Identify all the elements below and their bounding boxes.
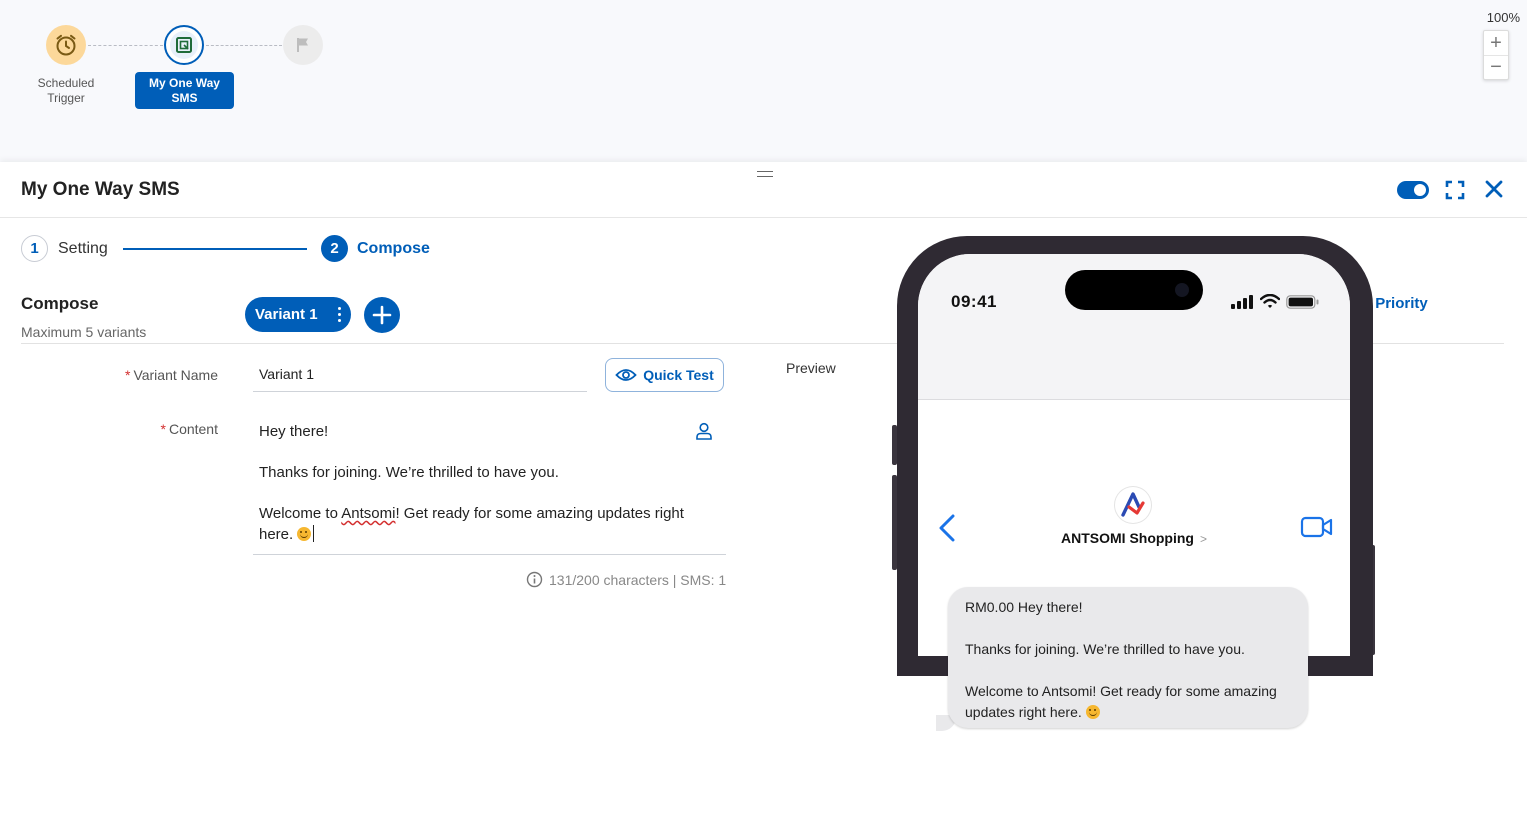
drawer-resize-handle[interactable] [757, 171, 773, 177]
content-label: * Content [18, 421, 219, 437]
messages-header: 09:41 [918, 254, 1350, 400]
status-bar-time: 09:41 [951, 292, 997, 311]
preview-message-line: Thanks for joining. We’re thrilled to ha… [965, 641, 1245, 657]
compose-section-title: Compose [21, 294, 99, 313]
eye-icon [615, 369, 637, 381]
chevron-right-icon: > [1199, 532, 1207, 546]
variant-name-input[interactable] [253, 357, 587, 392]
info-icon [526, 571, 543, 588]
clock-icon [56, 34, 76, 56]
scheduled-trigger-label: Scheduled Trigger [37, 76, 95, 105]
add-variant-button[interactable] [364, 297, 400, 333]
sms-preview-bubble: RM0.00 Hey there! Thanks for joining. We… [948, 587, 1308, 728]
brand-name-row[interactable]: ANTSOMI Shopping > [918, 530, 1350, 546]
step-setting-label[interactable]: Setting [58, 240, 108, 258]
fullscreen-icon[interactable] [1444, 179, 1466, 201]
plus-icon [372, 305, 392, 325]
preview-message-line: RM0.00 Hey there! [965, 599, 1083, 615]
step-compose-number[interactable]: 2 [321, 235, 348, 262]
quick-test-label: Quick Test [643, 367, 714, 383]
personalization-user-icon[interactable] [694, 421, 714, 441]
content-line: Welcome to Antsomi! Get ready for some a… [259, 505, 684, 543]
content-line: Thanks for joining. We’re thrilled to ha… [259, 464, 559, 481]
sms-node-label[interactable]: My One Way SMS [135, 72, 234, 109]
more-options-icon[interactable] [338, 307, 342, 322]
zoom-controls: + − [1483, 30, 1509, 80]
journey-canvas: Scheduled Trigger My One Way SMS 100% + … [0, 0, 1527, 162]
quick-test-button[interactable]: Quick Test [605, 358, 724, 392]
end-node[interactable] [283, 25, 323, 65]
status-bar-icons [1230, 294, 1319, 309]
zoom-level: 100% [1486, 10, 1520, 25]
scheduled-trigger-node[interactable] [46, 25, 86, 65]
wifi-icon [1260, 294, 1280, 308]
zoom-out-button[interactable]: − [1484, 55, 1508, 79]
video-call-icon[interactable] [1300, 515, 1334, 539]
content-label-text: Content [168, 421, 218, 437]
step-setting-number[interactable]: 1 [21, 235, 48, 262]
step-compose-label[interactable]: Compose [357, 240, 430, 258]
preview-message-line: Welcome to Antsomi! Get ready for some a… [965, 683, 1277, 720]
zoom-in-button[interactable]: + [1484, 31, 1508, 55]
signal-icon [1231, 294, 1253, 309]
required-mark: * [124, 367, 131, 383]
brand-name: ANTSOMI Shopping [1061, 530, 1194, 546]
sms-content-editor[interactable]: Hey there! Thanks for joining. We’re thr… [253, 412, 726, 555]
drawer-title: My One Way SMS [21, 179, 180, 200]
variant-name-label: * Variant Name [18, 367, 218, 383]
step-connector [123, 248, 307, 250]
sms-icon [176, 37, 192, 53]
misspelled-word: Antsomi [341, 505, 396, 522]
close-icon[interactable] [1483, 178, 1505, 200]
smile-emoji-icon [297, 527, 312, 541]
header-divider [0, 217, 1527, 218]
variant-tab[interactable]: Variant 1 [245, 297, 351, 332]
connector-line [88, 45, 163, 46]
variant-name-label-text: Variant Name [133, 367, 218, 383]
brand-avatar[interactable] [1115, 487, 1151, 523]
dynamic-island [1065, 270, 1203, 310]
required-mark: * [160, 421, 166, 437]
battery-icon [1286, 294, 1319, 309]
text-caret [313, 525, 315, 542]
character-counter: 131/200 characters | SMS: 1 [526, 571, 726, 588]
flag-icon [297, 38, 308, 52]
content-line: Hey there! [259, 423, 329, 440]
compose-section-subtitle: Maximum 5 variants [21, 324, 147, 340]
connector-line [206, 45, 282, 46]
smile-emoji-icon [1085, 705, 1100, 719]
character-counter-text: 131/200 characters | SMS: 1 [549, 571, 727, 588]
antsomi-logo-icon [1121, 492, 1145, 517]
sms-node-inner [170, 31, 198, 59]
sms-node[interactable] [164, 25, 204, 65]
node-active-toggle[interactable] [1397, 181, 1429, 199]
preview-label: Preview [786, 360, 836, 376]
variant-tab-label: Variant 1 [255, 306, 318, 323]
